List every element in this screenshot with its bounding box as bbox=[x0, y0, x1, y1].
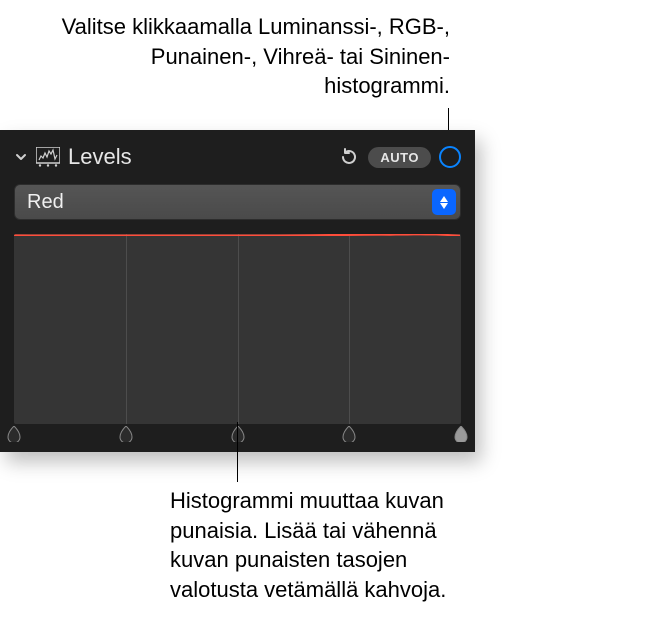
callout-top: Valitse klikkaamalla Luminanssi-, RGB-, … bbox=[60, 12, 450, 101]
levels-handle[interactable] bbox=[118, 426, 134, 442]
dropdown-stepper-icon bbox=[432, 189, 456, 215]
callout-line-bottom bbox=[237, 422, 238, 482]
levels-icon bbox=[36, 147, 60, 167]
enable-toggle-ring-icon[interactable] bbox=[439, 146, 461, 168]
levels-handle[interactable] bbox=[6, 426, 22, 442]
channel-dropdown-label: Red bbox=[27, 191, 432, 214]
panel-header: Levels AUTO bbox=[14, 140, 461, 174]
panel-title: Levels bbox=[68, 144, 330, 170]
levels-handle[interactable] bbox=[453, 426, 469, 442]
callout-bottom: Histogrammi muuttaa kuvan punaisia. Lisä… bbox=[170, 486, 500, 605]
auto-button[interactable]: AUTO bbox=[368, 147, 431, 168]
levels-panel: Levels AUTO Red bbox=[0, 130, 475, 452]
reset-icon[interactable] bbox=[338, 146, 360, 168]
histogram-chart bbox=[14, 234, 461, 424]
channel-dropdown[interactable]: Red bbox=[14, 184, 461, 220]
levels-handle[interactable] bbox=[341, 426, 357, 442]
disclosure-chevron-icon[interactable] bbox=[14, 150, 28, 164]
